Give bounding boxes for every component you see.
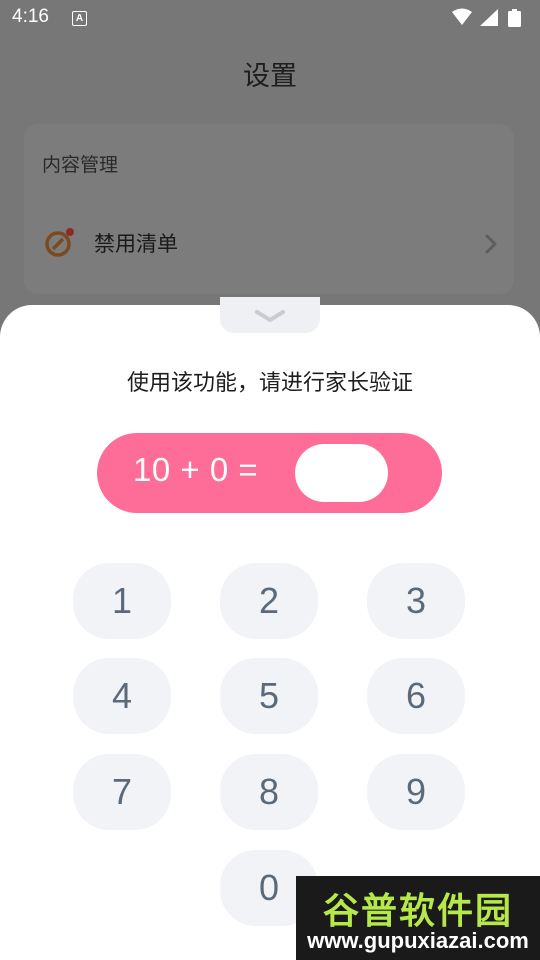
keypad-key-9[interactable]: 9 [367,754,465,830]
keypad-key-4[interactable]: 4 [73,658,171,734]
keypad-key-8[interactable]: 8 [220,754,318,830]
chevron-right-icon [485,234,497,254]
verification-prompt: 使用该功能，请进行家长验证 [126,371,413,396]
status-icons [452,8,521,27]
keypad-key-2[interactable]: 2 [220,563,318,639]
math-question: 10 + 0 = [133,451,259,488]
keypad-key-3[interactable]: 3 [367,563,465,639]
notification-a-icon: A [72,11,87,26]
blocked-list-icon [45,228,74,257]
keypad-key-7[interactable]: 7 [73,754,171,830]
chevron-down-icon [255,310,285,322]
row-label-blocked-list[interactable]: 禁用清单 [94,228,178,258]
status-bar: 4:16 A [0,0,540,36]
keypad-key-1[interactable]: 1 [73,563,171,639]
parent-verification-sheet: 使用该功能，请进行家长验证 10 + 0 = 1 2 3 4 5 6 7 8 9… [0,297,540,960]
math-question-pill: 10 + 0 = [97,433,442,513]
status-time: 4:16 [12,6,49,27]
collapse-handle[interactable] [220,297,320,333]
keypad-key-6[interactable]: 6 [367,658,465,734]
settings-card: 内容管理 禁用清单 [24,124,514,294]
site-watermark: 谷普软件园 www.gupuxiazai.com [296,876,540,960]
page-title: 设置 [243,61,297,92]
watermark-title: 谷普软件园 [322,891,513,932]
keypad-key-5[interactable]: 5 [220,658,318,734]
wifi-icon [452,8,472,25]
battery-icon [508,9,521,27]
answer-field[interactable] [295,444,388,502]
section-label-content-management: 内容管理 [42,154,119,176]
watermark-url: www.gupuxiazai.com [307,928,529,953]
signal-icon [480,9,498,26]
